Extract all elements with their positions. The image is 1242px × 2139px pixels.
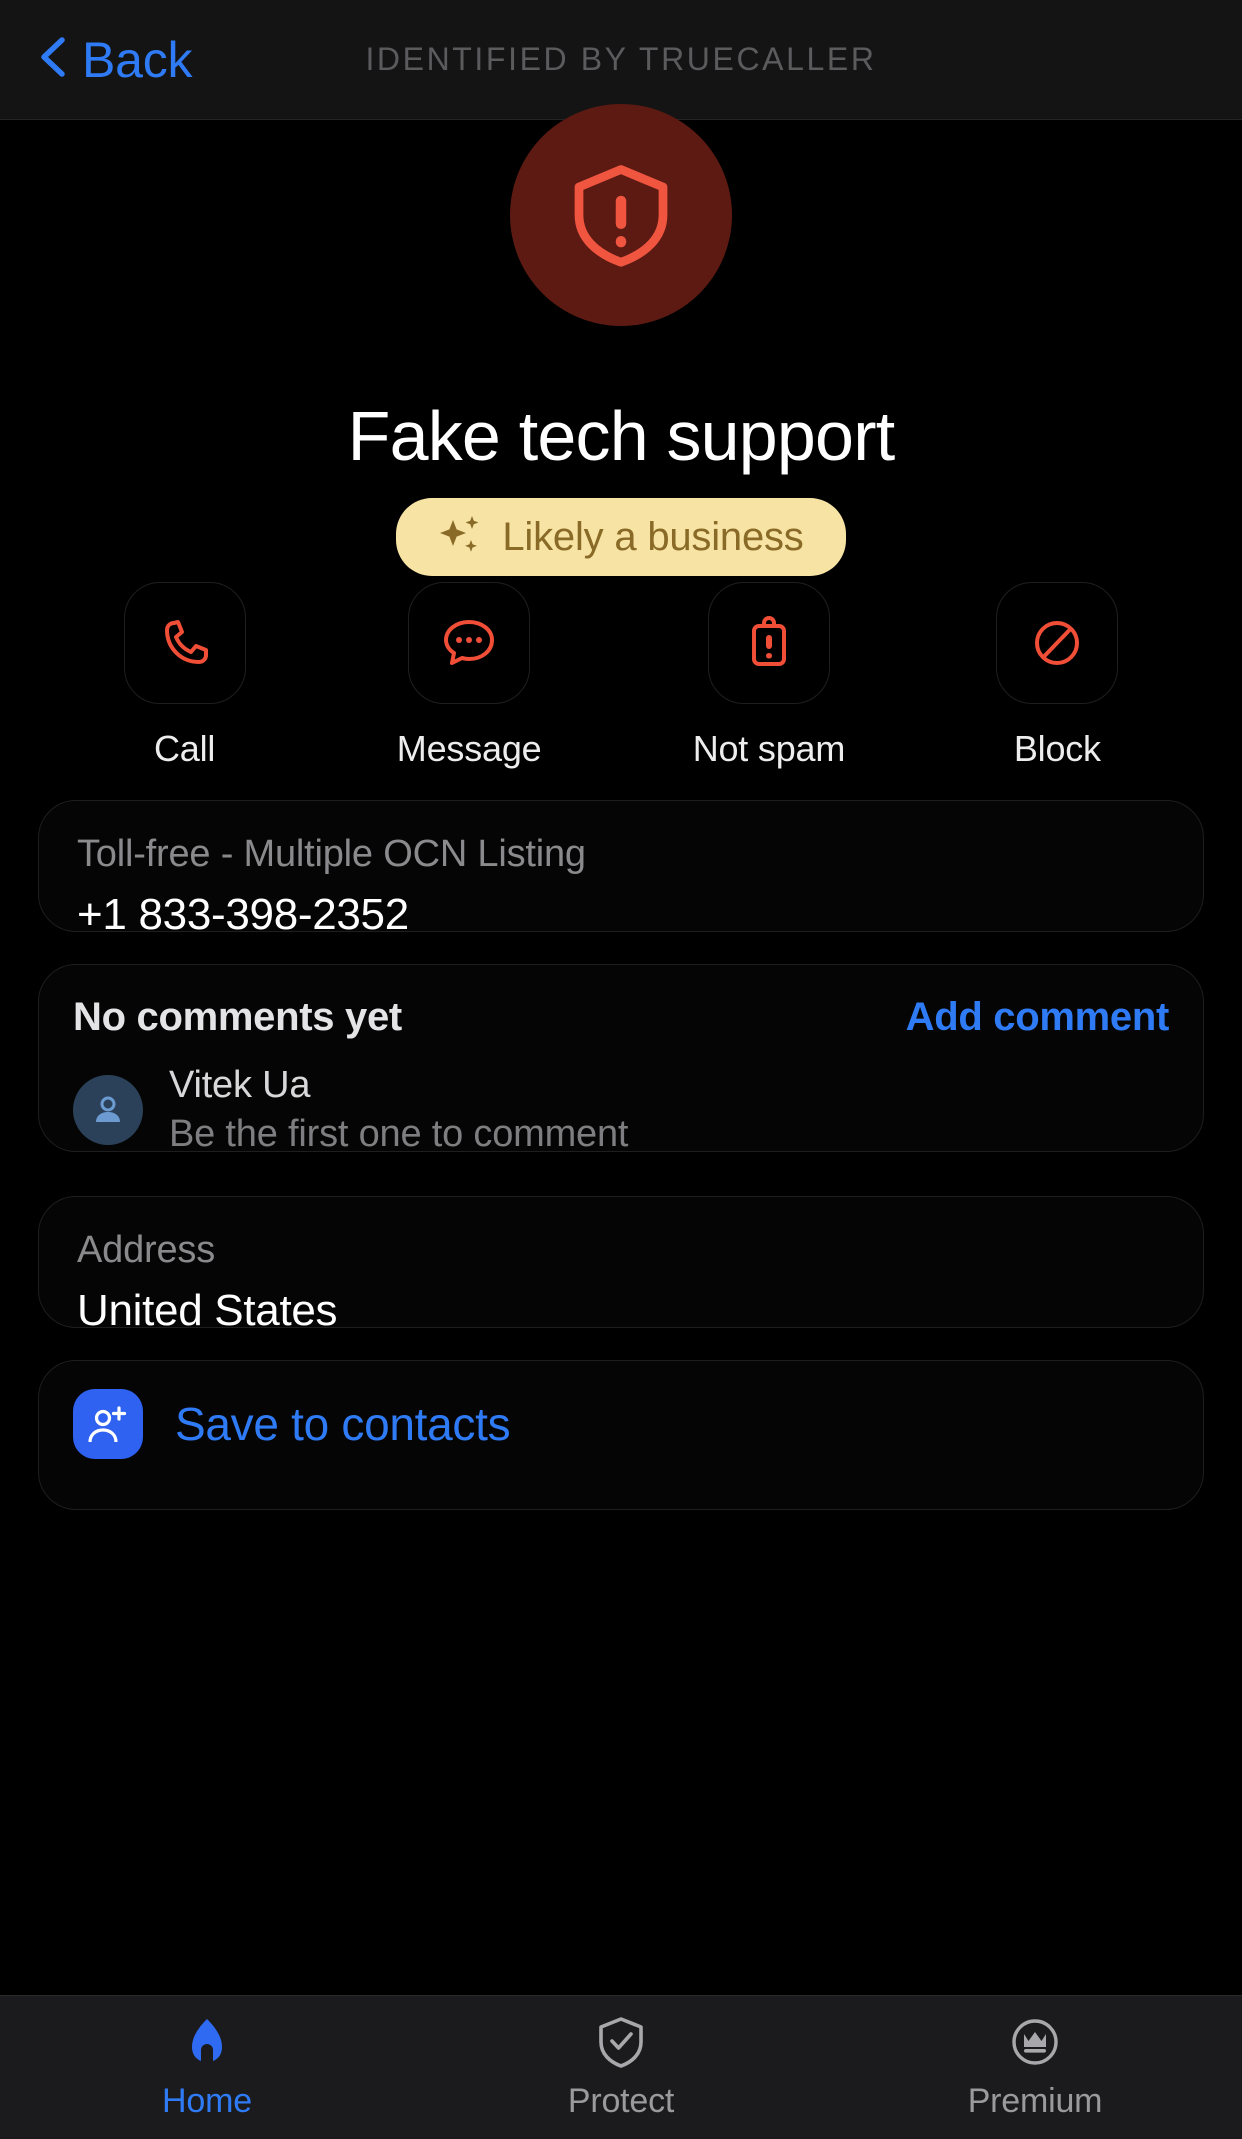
avatar [510,104,732,326]
action-call[interactable]: Call [123,582,246,770]
save-to-contacts-row[interactable]: Save to contacts [73,1389,1169,1459]
action-call-icon-box [123,582,246,704]
comment-user-name: Vitek Ua [169,1064,311,1106]
comment-prompt-row[interactable]: Vitek Ua Be the first one to comment [73,1064,1169,1156]
action-message-label: Message [396,728,542,769]
comment-avatar [73,1075,143,1145]
truecaller-caller-detail-screen: IDENTIFIED BY TRUECALLER Back Fake tech … [0,0,1242,2139]
back-button-label: Back [82,31,193,88]
chat-bubble-icon [440,614,498,672]
comment-placeholder: Be the first one to comment [169,1113,629,1155]
nav-item-home-label: Home [162,2082,252,2120]
profile-avatar-container [0,104,1242,326]
ai-sparkle-icon [438,514,484,560]
report-clipboard-icon [740,614,798,672]
comments-header: No comments yet Add comment [73,995,1169,1040]
profile-name: Fake tech support [347,397,896,475]
nav-item-premium-label: Premium [967,2082,1103,2120]
action-not-spam-icon-box [707,582,830,704]
action-message-icon-box [408,582,531,704]
action-message[interactable]: Message [397,582,542,770]
address-label: Address [77,1229,216,1271]
back-button[interactable]: Back [34,31,193,89]
action-not-spam[interactable]: Not spam [693,582,845,770]
action-call-label: Call [153,728,216,769]
save-to-contacts-icon-box [73,1389,143,1459]
phone-icon [156,614,214,672]
phone-number-value: +1 833-398-2352 [77,890,409,939]
address-card[interactable]: Address United States [38,1196,1204,1335]
action-buttons-row: Call Message Not spam Block [0,582,1242,770]
badge-label: Likely a business [502,514,804,559]
shield-check-icon [593,2014,649,2070]
comments-title: No comments yet [73,995,402,1039]
action-block[interactable]: Block [996,582,1119,770]
top-app-bar: IDENTIFIED BY TRUECALLER Back [0,0,1242,120]
address-value: United States [77,1286,338,1335]
chevron-left-icon [34,35,70,84]
comments-card: No comments yet Add comment Vitek Ua Be … [38,964,1204,1155]
add-comment-button[interactable]: Add comment [906,995,1170,1040]
likely-a-business-badge[interactable]: Likely a business [396,498,846,576]
home-icon [179,2014,235,2070]
save-to-contacts-card[interactable]: Save to contacts [38,1360,1204,1510]
badge-row: Likely a business [0,498,1242,576]
shield-warning-icon [565,159,677,271]
phone-number-label: Toll-free - Multiple OCN Listing [77,833,586,875]
person-add-icon [86,1402,130,1446]
phone-number-card[interactable]: Toll-free - Multiple OCN Listing +1 833-… [38,800,1204,939]
crown-circle-icon [1007,2014,1063,2070]
nav-item-protect-label: Protect [567,2082,675,2120]
action-not-spam-label: Not spam [692,728,846,769]
nav-item-home[interactable]: Home [0,2014,414,2121]
nav-item-premium[interactable]: Premium [828,2014,1242,2121]
person-icon [89,1091,127,1129]
save-to-contacts-label: Save to contacts [175,1398,511,1450]
nav-item-protect[interactable]: Protect [414,2014,828,2121]
comment-prompt-text: Vitek Ua Be the first one to comment [169,1064,628,1156]
action-block-label: Block [1013,728,1101,769]
block-circle-icon [1028,614,1086,672]
bottom-navigation-bar: Home Protect Premium [0,1995,1242,2139]
action-block-icon-box [996,582,1119,704]
